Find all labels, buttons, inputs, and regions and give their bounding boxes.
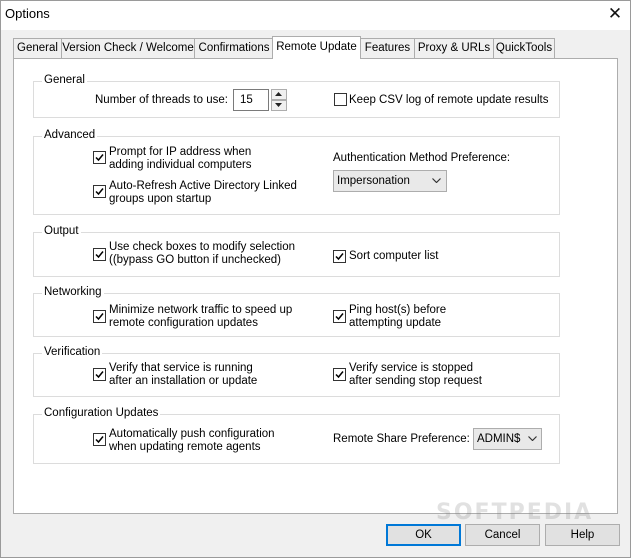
prompt-ip-label-line2: adding individual computers bbox=[109, 159, 252, 171]
tab-confirmations[interactable]: Confirmations bbox=[194, 38, 274, 58]
arrow-up-icon bbox=[275, 92, 282, 96]
use-checkboxes-label-line1: Use check boxes to modify selection bbox=[109, 241, 296, 253]
auto-push-label-line2: when updating remote agents bbox=[109, 441, 261, 453]
ok-button[interactable]: OK bbox=[386, 524, 461, 546]
remote-share-value: ADMIN$ bbox=[477, 433, 521, 445]
minimize-traffic-label-line2: remote configuration updates bbox=[109, 317, 258, 329]
verify-running-label-line2: after an installation or update bbox=[109, 375, 258, 387]
keep-csv-label: Keep CSV log of remote update results bbox=[349, 94, 549, 106]
prompt-ip-label-line1: Prompt for IP address when bbox=[109, 146, 252, 158]
verify-running-checkbox[interactable] bbox=[93, 368, 106, 381]
auto-push-label-line1: Automatically push configuration bbox=[109, 428, 275, 440]
group-verification-label: Verification bbox=[42, 346, 103, 358]
group-configuration-updates-label: Configuration Updates bbox=[42, 407, 161, 419]
tab-proxy-urls[interactable]: Proxy & URLs bbox=[414, 38, 494, 58]
minimize-traffic-label-line1: Minimize network traffic to speed up bbox=[109, 304, 293, 316]
auth-method-dropdown[interactable]: Impersonation bbox=[333, 170, 447, 192]
prompt-ip-checkbox[interactable] bbox=[93, 151, 106, 164]
chevron-down-icon bbox=[528, 436, 537, 441]
title-bar: Options ✕ bbox=[0, 0, 631, 30]
help-button[interactable]: Help bbox=[545, 524, 620, 546]
auto-refresh-label-line2: groups upon startup bbox=[109, 193, 212, 205]
sort-list-label: Sort computer list bbox=[349, 250, 439, 262]
threads-label: Number of threads to use: bbox=[95, 94, 228, 106]
auto-push-checkbox[interactable] bbox=[93, 433, 106, 446]
checkmark-icon bbox=[95, 313, 104, 321]
auto-refresh-checkbox[interactable] bbox=[93, 185, 106, 198]
auth-method-value: Impersonation bbox=[337, 175, 410, 187]
threads-decrement-button[interactable] bbox=[271, 100, 287, 111]
remote-share-label: Remote Share Preference: bbox=[333, 433, 470, 445]
verify-stopped-checkbox[interactable] bbox=[333, 368, 346, 381]
group-general-label: General bbox=[42, 74, 87, 86]
threads-input[interactable]: 15 bbox=[233, 89, 269, 111]
checkmark-icon bbox=[95, 251, 104, 259]
group-networking-label: Networking bbox=[42, 286, 104, 298]
ping-hosts-label-line1: Ping host(s) before bbox=[349, 304, 447, 316]
softpedia-watermark: SOFTPEDIA bbox=[436, 500, 594, 525]
arrow-down-icon bbox=[275, 103, 282, 107]
verify-stopped-label-line1: Verify service is stopped bbox=[349, 362, 474, 374]
checkmark-icon bbox=[335, 371, 344, 379]
verify-stopped-label-line2: after sending stop request bbox=[349, 375, 482, 387]
verify-running-label-line1: Verify that service is running bbox=[109, 362, 253, 374]
group-advanced-label: Advanced bbox=[42, 129, 98, 141]
tab-remote-update[interactable]: Remote Update bbox=[272, 36, 361, 59]
threads-increment-button[interactable] bbox=[271, 89, 287, 100]
tab-quicktools[interactable]: QuickTools bbox=[493, 38, 555, 58]
checkmark-icon bbox=[335, 313, 344, 321]
window-title: Options bbox=[5, 6, 50, 21]
group-output-label: Output bbox=[42, 225, 81, 237]
threads-value: 15 bbox=[240, 94, 253, 106]
use-checkboxes-checkbox[interactable] bbox=[93, 248, 106, 261]
close-icon[interactable]: ✕ bbox=[603, 2, 627, 26]
tab-features[interactable]: Features bbox=[360, 38, 415, 58]
remote-share-dropdown[interactable]: ADMIN$ bbox=[473, 428, 542, 450]
minimize-traffic-checkbox[interactable] bbox=[93, 310, 106, 323]
sort-list-checkbox[interactable] bbox=[333, 250, 346, 263]
tab-general[interactable]: General bbox=[13, 38, 62, 58]
use-checkboxes-label-line2: ((bypass GO button if unchecked) bbox=[109, 254, 281, 266]
checkmark-icon bbox=[95, 371, 104, 379]
auth-method-label: Authentication Method Preference: bbox=[333, 152, 511, 164]
checkmark-icon bbox=[95, 188, 104, 196]
checkmark-icon bbox=[95, 436, 104, 444]
checkmark-icon bbox=[95, 154, 104, 162]
cancel-button[interactable]: Cancel bbox=[465, 524, 540, 546]
checkmark-icon bbox=[335, 253, 344, 261]
auto-refresh-label-line1: Auto-Refresh Active Directory Linked bbox=[109, 180, 297, 192]
tab-version-check-welcome[interactable]: Version Check / Welcome bbox=[61, 38, 195, 58]
ping-hosts-checkbox[interactable] bbox=[333, 310, 346, 323]
keep-csv-checkbox[interactable] bbox=[334, 93, 347, 106]
ping-hosts-label-line2: attempting update bbox=[349, 317, 442, 329]
chevron-down-icon bbox=[432, 178, 441, 183]
